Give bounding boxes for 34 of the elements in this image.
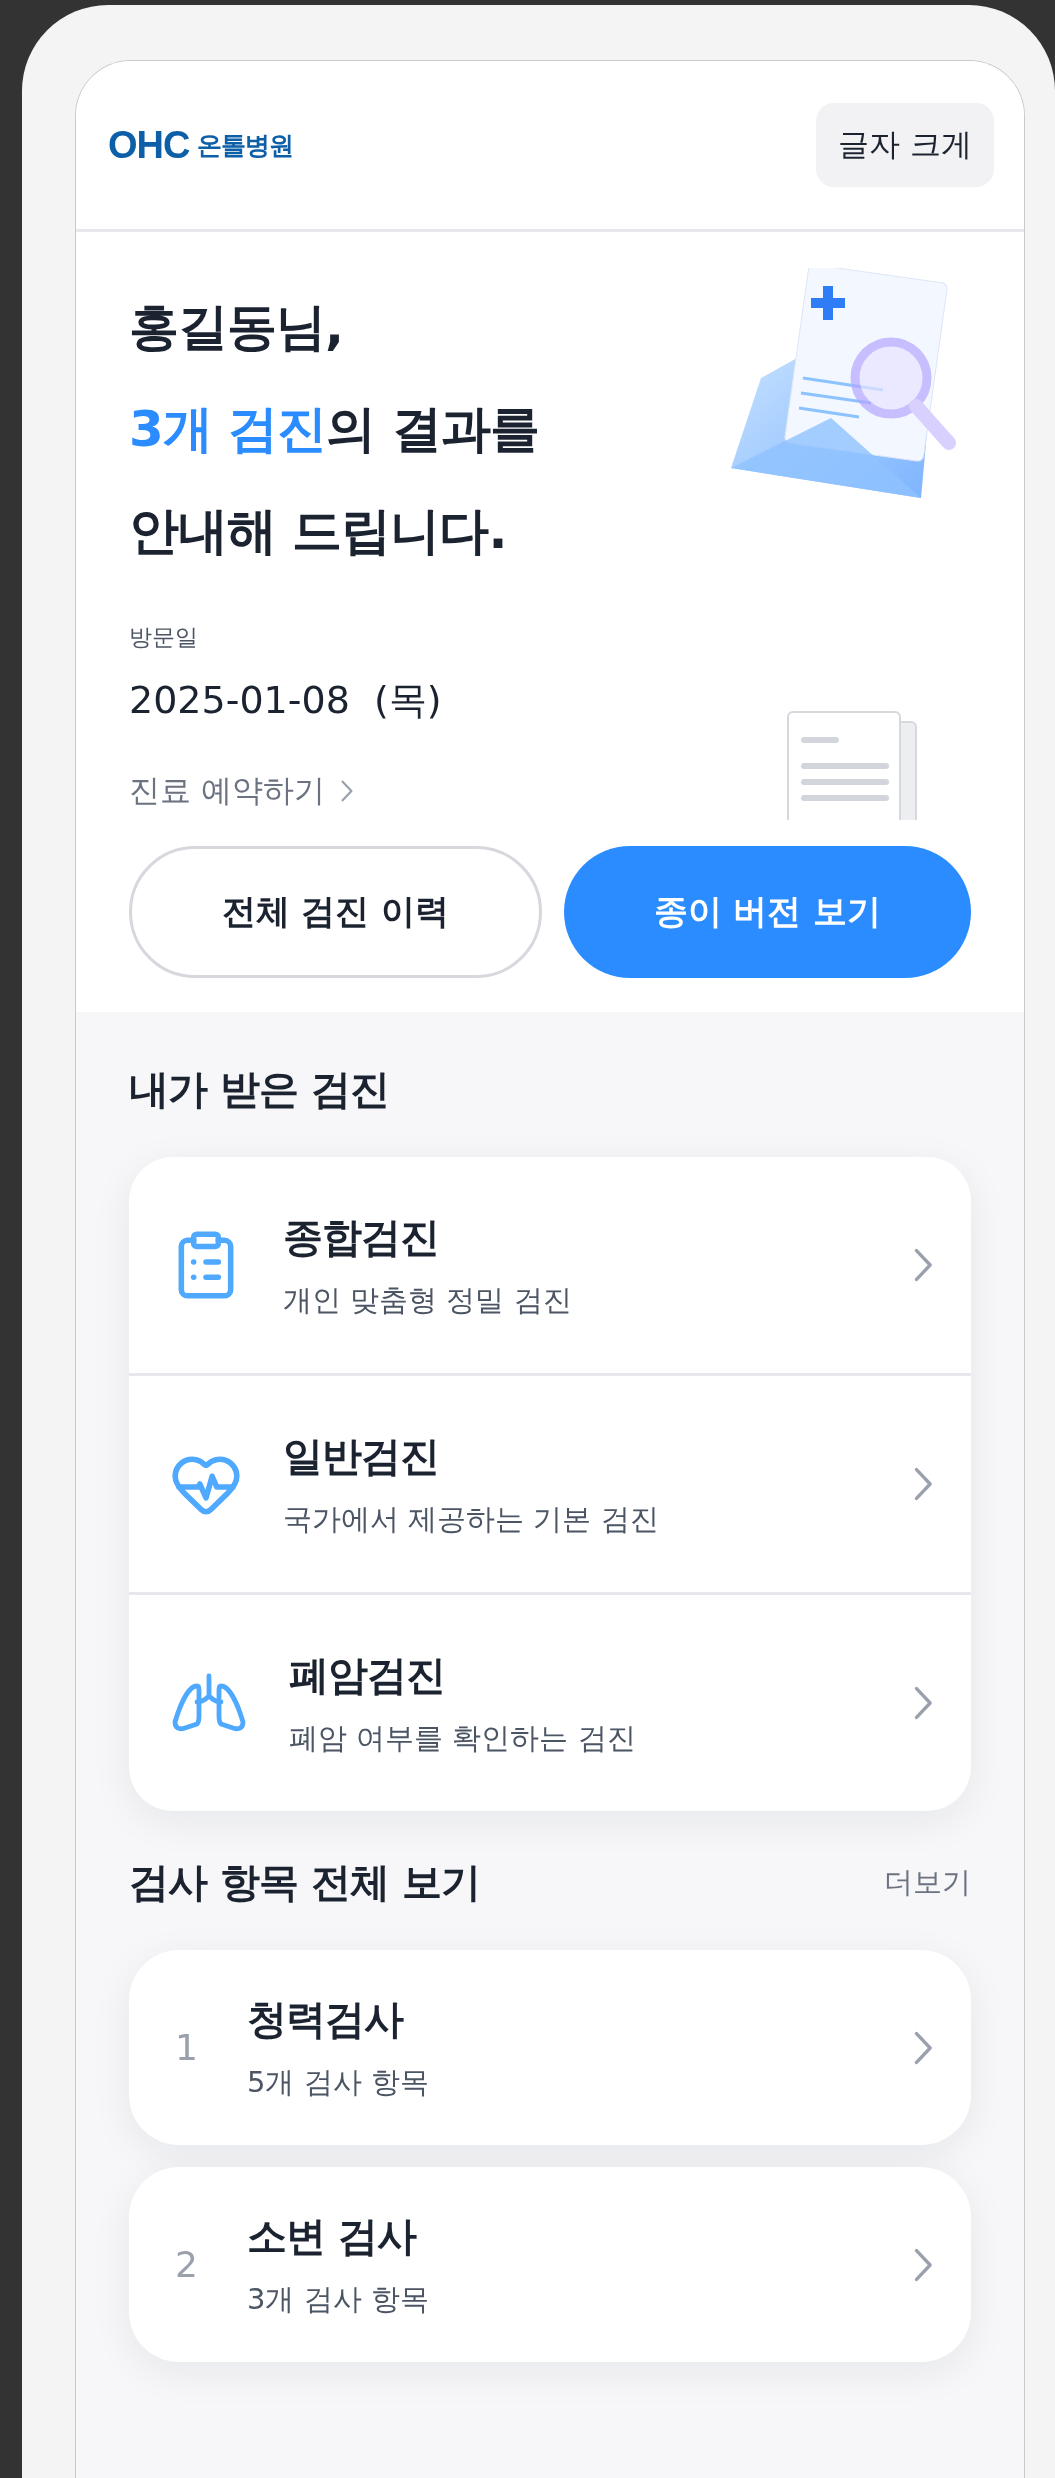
test-item-card[interactable]: 1 청력검사 5개 검사 항목 [129,1950,971,2145]
more-link[interactable]: 더보기 [884,1862,971,1903]
chevron-icon [914,1248,933,1282]
chevron-icon [340,780,353,802]
test-item-count: 3개 검사 항목 [247,2281,430,2318]
checkup-title: 폐암검진 [289,1650,446,1700]
chevron-icon [914,1467,933,1501]
checkup-title: 일반검진 [283,1431,440,1481]
test-item-count: 5개 검사 항목 [247,2064,430,2101]
test-item-card[interactable]: 2 소변 검사 3개 검사 항목 [129,2167,971,2362]
item-number: 2 [175,2244,197,2285]
checkup-title: 종합검진 [283,1212,440,1262]
visit-date: 2025-01-08 (목) [129,677,443,724]
section-title: 내가 받은 검진 [129,1065,389,1114]
history-button[interactable]: 전체 검진 이력 [129,846,542,978]
section-title: 검사 항목 전체 보기 [129,1858,480,1907]
chevron-icon [914,2247,933,2282]
checkup-row[interactable]: 일반검진 국가에서 제공하는 기본 검진 [129,1373,971,1592]
checkup-description: 폐암 여부를 확인하는 검진 [289,1719,637,1757]
greeting-headline: 홍길동님, 3개 검진의 결과를 안내해 드립니다. [129,297,539,562]
visit-date-label: 방문일 [129,623,199,652]
item-number: 1 [175,2027,197,2068]
font-size-button[interactable]: 글자 크게 [816,103,994,187]
chevron-icon [914,1686,933,1720]
checkup-row[interactable]: 종합검진 개인 맞춤형 정밀 검진 [129,1157,971,1373]
chevron-icon [914,2030,933,2065]
test-item-title: 청력검사 [247,1995,405,2044]
checkup-row[interactable]: 폐암검진 폐암 여부를 확인하는 검진 [129,1592,971,1811]
checkup-description: 국가에서 제공하는 기본 검진 [283,1500,660,1538]
logo-name: 온톨병원 [197,129,294,162]
logo-mark: OHC [108,123,190,167]
checkup-description: 개인 맞춤형 정밀 검진 [283,1281,573,1319]
test-item-title: 소변 검사 [247,2212,418,2261]
reservation-link[interactable]: 진료 예약하기 [129,770,353,812]
